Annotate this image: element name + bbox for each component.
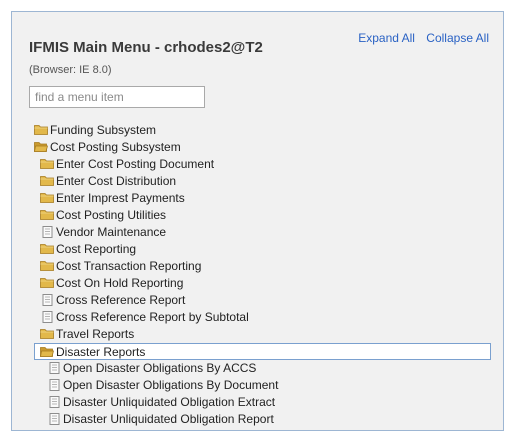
tree-item-label: Travel Reports	[56, 327, 135, 341]
tree-item[interactable]: Travel Reports	[12, 326, 503, 343]
tree-item[interactable]: Cost On Hold Reporting	[12, 275, 503, 292]
expand-collapse-links: Expand All Collapse All	[358, 31, 489, 45]
tree-item[interactable]: Enter Imprest Payments	[12, 190, 503, 207]
folder-closed-icon	[40, 193, 54, 203]
tree-item-label: Disaster Reports	[56, 345, 146, 359]
tree-item[interactable]: Disaster Unliquidated Obligation Extract	[12, 394, 503, 411]
tree-item[interactable]: Enter Cost Posting Document	[12, 156, 503, 173]
tree-item-label: Cost Posting Utilities	[56, 208, 167, 222]
expand-all-link[interactable]: Expand All	[358, 31, 415, 45]
folder-closed-icon	[40, 261, 54, 271]
folder-closed-icon	[40, 278, 54, 288]
tree-item-label: Cost On Hold Reporting	[56, 276, 184, 290]
page-icon	[42, 294, 53, 306]
folder-closed-icon	[40, 210, 54, 220]
tree-item[interactable]: Cost Posting Subsystem	[12, 139, 503, 156]
page-title: IFMIS Main Menu - crhodes2@T2	[29, 39, 263, 56]
tree-item[interactable]: Cost Posting Utilities	[12, 207, 503, 224]
tree-item-label: Open Disaster Obligations By ACCS	[63, 361, 257, 375]
folder-closed-icon	[40, 176, 54, 186]
tree-item-label: Enter Cost Distribution	[56, 174, 177, 188]
tree-item-label: Cost Transaction Reporting	[56, 259, 202, 273]
page-icon	[49, 362, 60, 374]
tree-item-label: Cost Reporting	[56, 242, 137, 256]
page-icon	[49, 413, 60, 425]
tree-item-label: Enter Imprest Payments	[56, 191, 185, 205]
browser-info: (Browser: IE 8.0)	[29, 64, 112, 76]
tree-item[interactable]: Open Disaster Obligations By ACCS	[12, 360, 503, 377]
tree-item-label: Cost Posting Subsystem	[50, 140, 181, 154]
tree-item-label: Funding Subsystem	[50, 123, 157, 137]
main-menu-panel: IFMIS Main Menu - crhodes2@T2 (Browser: …	[11, 11, 504, 431]
page-icon	[49, 396, 60, 408]
tree-item-label: Enter Cost Posting Document	[56, 157, 215, 171]
menu-search-input[interactable]	[29, 86, 205, 108]
tree-item[interactable]: Cost Transaction Reporting	[12, 258, 503, 275]
folder-closed-icon	[40, 329, 54, 339]
tree-item-label: Open Disaster Obligations By Document	[63, 378, 279, 392]
folder-closed-icon	[34, 125, 48, 135]
tree-item-label: Disaster Unliquidated Obligation Extract	[63, 395, 276, 409]
collapse-all-link[interactable]: Collapse All	[426, 31, 489, 45]
folder-open-icon	[40, 347, 54, 357]
tree-item[interactable]: Open Disaster Obligations By Document	[12, 377, 503, 394]
tree-item[interactable]: Disaster Unliquidated Obligation Report	[12, 411, 503, 428]
folder-open-icon	[34, 142, 48, 152]
page-icon	[42, 311, 53, 323]
tree-item[interactable]: Cross Reference Report by Subtotal	[12, 309, 503, 326]
tree-item[interactable]: Disaster Reports	[34, 343, 491, 360]
page-edge	[506, 0, 518, 422]
tree-item-label: Cross Reference Report	[56, 293, 186, 307]
tree-item-label: Cross Reference Report by Subtotal	[56, 310, 249, 324]
tree-item[interactable]: Cross Reference Report	[12, 292, 503, 309]
tree-item-label: Vendor Maintenance	[56, 225, 167, 239]
page-icon	[49, 379, 60, 391]
page-icon	[42, 226, 53, 238]
folder-closed-icon	[40, 244, 54, 254]
folder-closed-icon	[40, 159, 54, 169]
tree-item[interactable]: Funding Subsystem	[12, 122, 503, 139]
tree-item[interactable]: Vendor Maintenance	[12, 224, 503, 241]
tree-item[interactable]: Cost Reporting	[12, 241, 503, 258]
menu-tree: Funding Subsystem Cost Posting Subsystem E…	[12, 122, 503, 428]
tree-item-label: Disaster Unliquidated Obligation Report	[63, 412, 274, 426]
tree-item[interactable]: Enter Cost Distribution	[12, 173, 503, 190]
